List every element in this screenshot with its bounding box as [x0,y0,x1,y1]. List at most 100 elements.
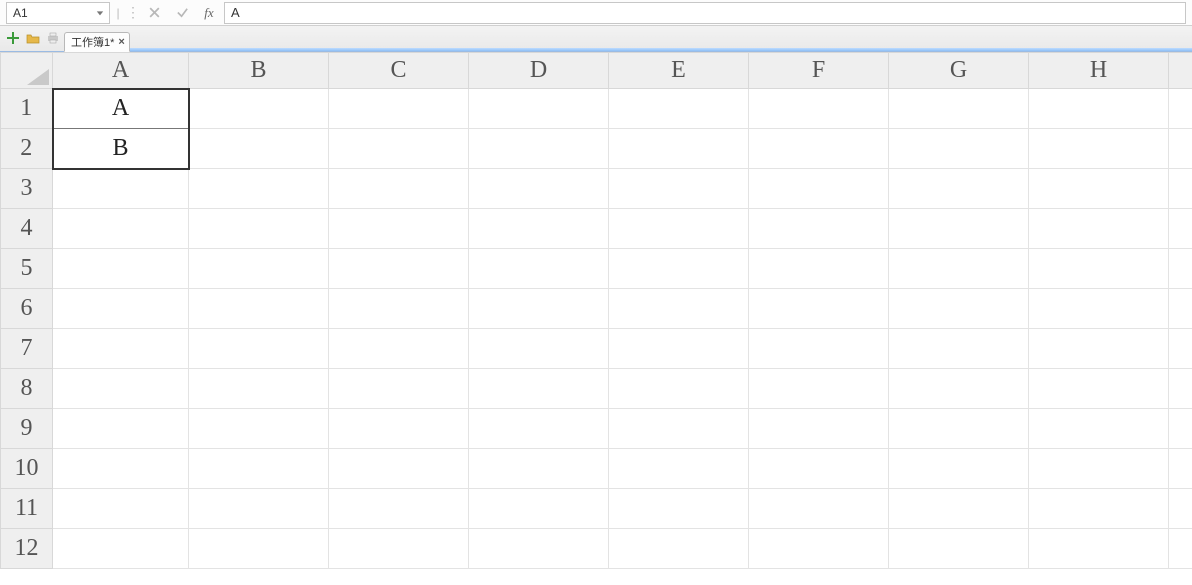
cell[interactable] [609,209,749,249]
cell[interactable] [609,169,749,209]
cell[interactable] [609,449,749,489]
select-all-corner[interactable] [1,53,53,89]
cell[interactable] [749,489,889,529]
cell[interactable] [609,329,749,369]
cell[interactable] [889,169,1029,209]
close-tab-icon[interactable]: × [118,36,124,48]
cell[interactable] [329,329,469,369]
cell[interactable] [1029,249,1169,289]
cell[interactable] [889,489,1029,529]
cell[interactable] [749,169,889,209]
cell[interactable] [189,129,329,169]
cell[interactable] [1169,289,1192,329]
row-header[interactable]: 10 [1,449,53,489]
cell[interactable] [749,329,889,369]
cell[interactable] [609,89,749,129]
name-box-dropdown-icon[interactable] [95,8,105,18]
cell[interactable] [609,289,749,329]
cell[interactable] [1029,209,1169,249]
cell[interactable] [749,529,889,569]
cell[interactable] [1029,129,1169,169]
cell[interactable] [189,449,329,489]
cell[interactable] [53,369,189,409]
cell[interactable] [1169,529,1192,569]
cell[interactable] [889,449,1029,489]
column-header[interactable]: D [469,53,609,89]
cell[interactable] [469,89,609,129]
cell[interactable] [469,489,609,529]
cell[interactable] [329,529,469,569]
cell[interactable] [1029,169,1169,209]
cell[interactable] [749,369,889,409]
cell[interactable] [469,329,609,369]
cell[interactable] [749,129,889,169]
cell[interactable] [1169,89,1192,129]
cell[interactable] [889,329,1029,369]
cell[interactable] [889,369,1029,409]
row-header[interactable]: 9 [1,409,53,449]
fx-label[interactable]: fx [196,5,222,21]
cell[interactable] [329,369,469,409]
cell[interactable] [53,209,189,249]
cell[interactable] [189,289,329,329]
cell[interactable] [53,529,189,569]
cell[interactable] [609,489,749,529]
column-header[interactable] [1169,53,1192,89]
cell[interactable] [1029,449,1169,489]
cell[interactable] [329,489,469,529]
print-icon[interactable] [44,29,62,47]
cell[interactable] [469,449,609,489]
cell[interactable] [329,449,469,489]
cell[interactable] [1029,329,1169,369]
cell[interactable] [1169,129,1192,169]
cell[interactable]: B [53,129,189,169]
cell[interactable] [889,209,1029,249]
cell[interactable] [469,289,609,329]
cell[interactable] [749,449,889,489]
cell[interactable] [189,489,329,529]
cell[interactable] [469,129,609,169]
column-header[interactable]: A [53,53,189,89]
row-header[interactable]: 12 [1,529,53,569]
cell[interactable] [189,409,329,449]
cell[interactable] [469,529,609,569]
row-header[interactable]: 1 [1,89,53,129]
cell[interactable] [329,289,469,329]
cell[interactable] [189,529,329,569]
row-header[interactable]: 7 [1,329,53,369]
formula-bar-more-icon[interactable]: ⋮ [126,4,140,21]
cell[interactable] [1169,449,1192,489]
cell[interactable] [469,249,609,289]
cell[interactable] [1029,369,1169,409]
cell[interactable] [609,249,749,289]
cell[interactable] [1169,329,1192,369]
cell[interactable] [889,89,1029,129]
cell[interactable] [53,329,189,369]
accept-formula-button[interactable] [168,2,196,24]
row-header[interactable]: 3 [1,169,53,209]
column-header[interactable]: B [189,53,329,89]
column-header[interactable]: C [329,53,469,89]
row-header[interactable]: 8 [1,369,53,409]
new-sheet-icon[interactable] [4,29,22,47]
cell[interactable] [749,89,889,129]
name-box[interactable]: A1 [6,2,110,24]
cell[interactable] [329,409,469,449]
cell[interactable] [329,209,469,249]
cell[interactable] [749,249,889,289]
cell[interactable] [1169,169,1192,209]
cell[interactable] [469,409,609,449]
cell[interactable] [749,409,889,449]
cell[interactable] [189,249,329,289]
cell[interactable] [889,249,1029,289]
cell[interactable] [329,249,469,289]
cell[interactable] [189,329,329,369]
cell[interactable] [329,129,469,169]
cell[interactable] [53,289,189,329]
cell[interactable] [469,169,609,209]
cell[interactable] [1029,489,1169,529]
row-header[interactable]: 2 [1,129,53,169]
cell[interactable] [53,489,189,529]
row-header[interactable]: 5 [1,249,53,289]
column-header[interactable]: E [609,53,749,89]
